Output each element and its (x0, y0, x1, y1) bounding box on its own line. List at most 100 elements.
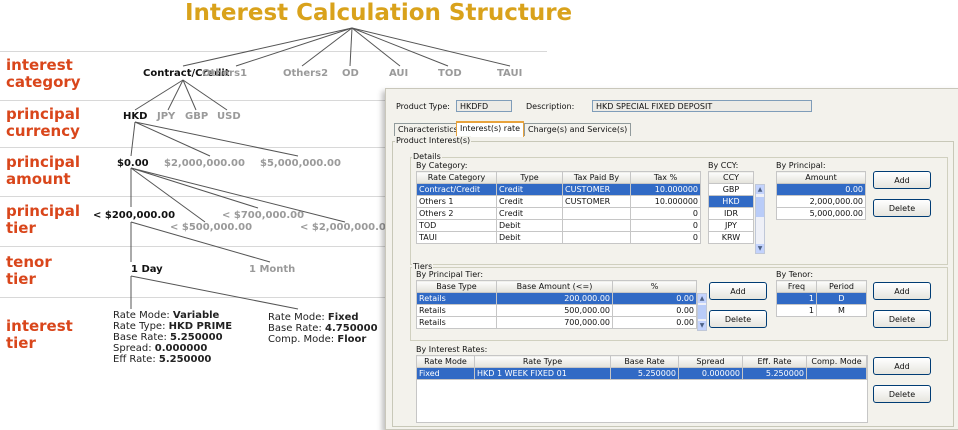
scroll-up-icon[interactable]: ▲ (698, 294, 706, 303)
table-row[interactable]: Others 1 Credit CUSTOMER 10.000000 (416, 195, 701, 208)
table-cell: Credit (496, 207, 563, 220)
by-principal-tier-title: By Principal Tier: (416, 270, 484, 279)
category-node: Others1 (202, 68, 248, 79)
delete-rate-button[interactable]: Delete (873, 385, 931, 403)
column-header[interactable]: Base Rate (610, 355, 679, 368)
table-cell: HKD (708, 195, 754, 208)
ccy-scrollbar[interactable]: ▲ ▼ (755, 184, 765, 254)
tier-scrollbar[interactable]: ▲ ▼ (697, 293, 707, 331)
fixed-rate-detail: Rate Mode: Fixed Base Rate: 4.750000 Com… (268, 312, 378, 345)
by-interest-rates-title: By Interest Rates: (416, 345, 488, 354)
table-cell: 700,000.00 (496, 316, 613, 329)
column-header[interactable]: Rate Type (474, 355, 611, 368)
add-category-button[interactable]: Add (873, 171, 931, 189)
scroll-thumb[interactable] (756, 197, 764, 217)
table-row[interactable]: IDR (708, 207, 754, 220)
tab-interest-rate[interactable]: Interest(s) rate (456, 121, 525, 137)
table-row[interactable]: HKD (708, 195, 754, 208)
details-title: Details (412, 152, 442, 161)
column-header[interactable]: % (612, 280, 697, 293)
table-cell (562, 219, 631, 232)
table-cell (562, 231, 631, 244)
table-row[interactable]: KRW (708, 231, 754, 244)
column-header[interactable]: Eff. Rate (742, 355, 807, 368)
table-cell: 1 (776, 292, 817, 305)
column-header[interactable]: Base Amount (<=) (496, 280, 613, 293)
tenor-node: 1 Month (249, 264, 296, 275)
add-tier-button[interactable]: Add (709, 282, 767, 300)
table-cell: Debit (496, 231, 563, 244)
column-header[interactable]: Base Type (416, 280, 497, 293)
add-rate-button[interactable]: Add (873, 357, 931, 375)
table-cell: 10.000000 (630, 183, 701, 196)
table-cell: JPY (708, 219, 754, 232)
delete-category-button[interactable]: Delete (873, 199, 931, 217)
tab-characteristics[interactable]: Characteristics (394, 123, 462, 136)
tier-node: < $700,000.00 (222, 210, 305, 221)
column-header[interactable]: Spread (678, 355, 743, 368)
ccy-table: CCY GBP HKD IDR JPY KRW (708, 171, 754, 244)
delete-tier-button[interactable]: Delete (709, 310, 767, 328)
column-header[interactable]: Comp. Mode (806, 355, 867, 368)
table-row[interactable]: 1 M (776, 304, 867, 317)
table-row[interactable]: JPY (708, 219, 754, 232)
scroll-down-icon[interactable]: ▼ (756, 244, 764, 253)
interest-rates-table: Rate Mode Rate Type Base Rate Spread Eff… (416, 355, 867, 380)
scroll-up-icon[interactable]: ▲ (756, 185, 764, 194)
add-tenor-button[interactable]: Add (873, 282, 931, 300)
table-row[interactable]: Fixed HKD 1 WEEK FIXED 01 5.250000 0.000… (416, 367, 867, 380)
table-row[interactable]: 2,000,000.00 (776, 195, 866, 208)
product-type-field[interactable]: HKDFD (456, 100, 512, 112)
table-cell: CUSTOMER (562, 195, 631, 208)
column-header[interactable]: Rate Mode (416, 355, 475, 368)
table-cell: CUSTOMER (562, 183, 631, 196)
table-cell: 500,000.00 (496, 304, 613, 317)
table-row[interactable]: GBP (708, 183, 754, 196)
description-label: Description: (526, 102, 575, 111)
amount-node: $5,000,000.00 (260, 158, 341, 169)
table-row[interactable]: Retails 500,000.00 0.00 (416, 304, 697, 317)
table-cell: Contract/Credit (416, 183, 497, 196)
scroll-down-icon[interactable]: ▼ (698, 321, 706, 330)
category-node: TAUI (497, 68, 523, 79)
table-row[interactable]: 0.00 (776, 183, 866, 196)
table-row[interactable]: Others 2 Credit 0 (416, 207, 701, 220)
table-row[interactable]: Retails 200,000.00 0.00 (416, 292, 697, 305)
column-header[interactable]: Tax Paid By (562, 171, 631, 184)
table-row[interactable]: 5,000,000.00 (776, 207, 866, 220)
tier-node: < $500,000.00 (170, 222, 253, 233)
column-header[interactable]: Freq (776, 280, 817, 293)
column-header[interactable]: CCY (708, 171, 754, 184)
column-header[interactable]: Type (496, 171, 563, 184)
column-header[interactable]: Tax % (630, 171, 701, 184)
column-header[interactable]: Period (816, 280, 867, 293)
tier-node: < $2,000,000.00 (300, 222, 393, 233)
column-header[interactable]: Amount (776, 171, 866, 184)
by-tenor-title: By Tenor: (776, 270, 814, 279)
table-cell: 5.250000 (610, 367, 679, 380)
category-node: TOD (438, 68, 462, 79)
table-row[interactable]: Contract/Credit Credit CUSTOMER 10.00000… (416, 183, 701, 196)
table-row[interactable]: TOD Debit 0 (416, 219, 701, 232)
table-cell: 0.00 (612, 316, 697, 329)
table-row[interactable]: 1 D (776, 292, 867, 305)
column-header[interactable]: Rate Category (416, 171, 497, 184)
scroll-thumb[interactable] (698, 305, 706, 319)
by-ccy-title: By CCY: (708, 161, 739, 170)
tenor-node: 1 Day (131, 264, 163, 275)
table-row[interactable]: Retails 700,000.00 0.00 (416, 316, 697, 329)
table-row[interactable]: TAUI Debit 0 (416, 231, 701, 244)
table-cell: GBP (708, 183, 754, 196)
table-cell: 0 (630, 219, 701, 232)
table-cell: Credit (496, 183, 563, 196)
table-cell: 0.00 (776, 183, 866, 196)
table-cell: 0 (630, 207, 701, 220)
tab-charges-services[interactable]: Charge(s) and Service(s) (524, 123, 632, 136)
by-category-title: By Category: (416, 161, 468, 170)
description-field[interactable]: HKD SPECIAL FIXED DEPOSIT (592, 100, 812, 112)
currency-node: JPY (157, 111, 176, 122)
tier-table: Base Type Base Amount (<=) % Retails 200… (416, 280, 697, 329)
table-cell: HKD 1 WEEK FIXED 01 (474, 367, 611, 380)
table-cell: KRW (708, 231, 754, 244)
delete-tenor-button[interactable]: Delete (873, 310, 931, 328)
